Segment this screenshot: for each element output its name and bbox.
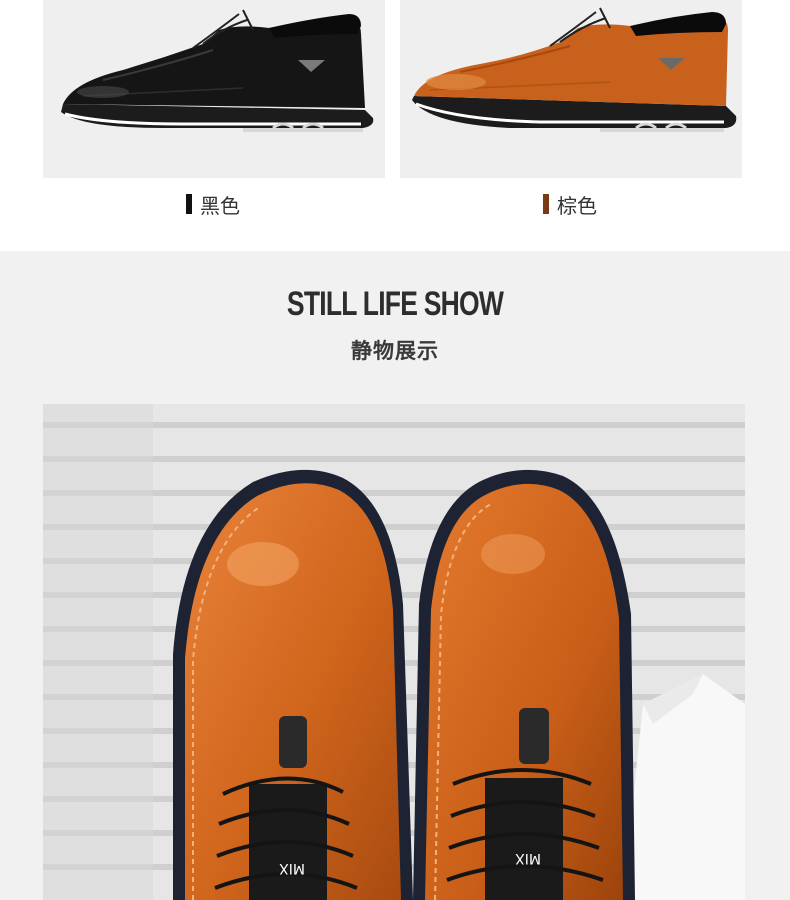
shoe-tag-text: MIX <box>515 850 541 866</box>
brown-shoe-card[interactable] <box>400 0 742 178</box>
still-life-photo: MIX MIX <box>43 404 745 900</box>
brown-color-swatch <box>543 194 549 214</box>
section-title: STILL LIFE SHOW <box>286 285 504 323</box>
variant-name: 黑色 <box>200 193 240 218</box>
variant-name: 棕色 <box>557 193 597 218</box>
black-color-swatch <box>186 194 192 214</box>
section-subtitle: 静物展示 <box>351 339 439 363</box>
variant-label-black[interactable]: 黑色 <box>186 192 240 218</box>
svg-text:MIX: MIX <box>279 860 305 876</box>
black-shoe-image <box>61 9 374 132</box>
variant-label-brown[interactable]: 棕色 <box>543 192 597 218</box>
color-options-section: 黑色 棕色 <box>0 0 790 251</box>
shoes-top-view-image: MIX MIX <box>43 404 745 900</box>
black-shoe-card[interactable] <box>43 0 385 178</box>
brown-shoe-image <box>412 7 737 132</box>
